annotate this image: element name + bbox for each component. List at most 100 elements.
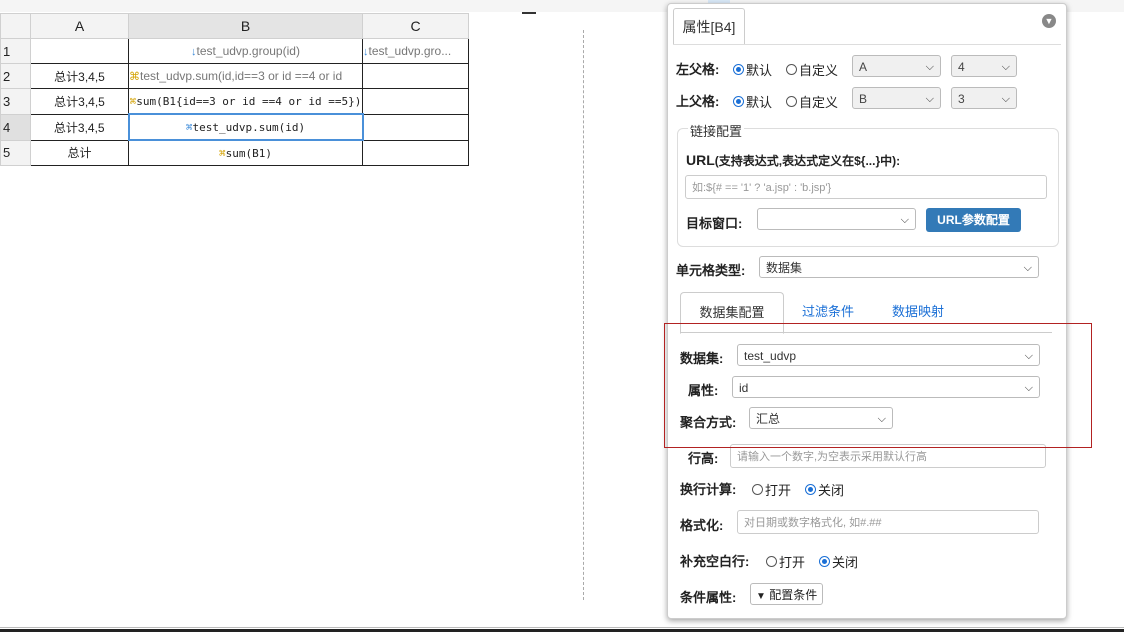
page-divider [583,30,584,600]
collapse-arrow-icon[interactable]: ▼ [1042,14,1056,28]
url-input[interactable]: 如:${# == '1' ? 'a.jsp' : 'b.jsp'} [685,175,1047,199]
wrap-calc-open-radio[interactable]: 打开 [752,480,791,499]
top-parent-label: 上父格: [676,94,720,109]
target-window-label: 目标窗口: [686,216,743,231]
row-header[interactable]: 4 [0,113,31,141]
row-header[interactable]: 1 [0,38,31,64]
cell-c5[interactable] [362,139,469,166]
select-value: 数据集 [766,261,803,275]
chevron-down-icon: ⌵ [1001,93,1010,105]
radio-unchecked-icon [766,556,777,567]
radio-checked-icon [805,484,816,495]
column-header-c[interactable]: C [362,13,469,39]
url-param-config-button[interactable]: URL参数配置 [926,208,1021,232]
cell-a4[interactable]: 总计3,4,5 [30,113,129,141]
cell-b3[interactable]: ⌘sum(B1{id==3 or id ==4 or id ==5}) [128,88,363,115]
select-value: 4 [958,60,965,74]
cell-a1[interactable] [30,38,129,64]
cell-b5[interactable]: ⌘sum(B1) [128,139,363,166]
cell-b4-text: test_udvp.sum(id) [192,120,306,134]
radio-unchecked-icon [786,64,797,75]
format-input[interactable]: 对日期或数字格式化, 如#.## [737,510,1039,534]
config-condition-label: 配置条件 [769,588,818,602]
property-tab[interactable]: 属性[B4] [673,8,745,45]
url-label-hint: (支持表达式,表达式定义在${...}中): [714,154,901,168]
table-row: 1 ↓test_udvp.group(id) ↓test_udvp.gro... [0,38,469,64]
cell-b4-selected[interactable]: ⌘test_udvp.sum(id) [127,113,364,141]
radio-label: 关闭 [832,555,859,570]
chevron-down-icon: ⌵ [1023,262,1032,274]
cell-c3[interactable] [362,88,469,115]
left-parent-row-select[interactable]: 4 ⌵ [951,55,1017,77]
row-header[interactable]: 2 [0,63,31,89]
radio-label: 自定义 [799,95,839,110]
cell-a3[interactable]: 总计3,4,5 [30,88,129,115]
left-parent-default-radio[interactable]: 默认 [733,60,772,79]
url-label: URL(支持表达式,表达式定义在${...}中): [686,152,900,169]
select-value: B [859,92,868,106]
fill-blank-close-radio[interactable]: 关闭 [819,552,858,571]
left-parent-column-select[interactable]: A ⌵ [852,55,941,77]
radio-label: 打开 [779,555,806,570]
target-window-select[interactable]: ⌵ [757,208,916,230]
radio-unchecked-icon [786,96,797,107]
radio-checked-icon [819,556,830,567]
radio-label: 打开 [765,483,792,498]
top-parent-custom-radio[interactable]: 自定义 [786,92,838,111]
grid-corner[interactable] [0,13,31,39]
cell-a5[interactable]: 总计 [30,139,129,166]
chevron-down-icon: ⌵ [900,214,909,226]
cell-c2[interactable] [362,63,469,89]
filter-icon: ▼ [756,591,766,602]
cell-c4[interactable] [362,113,469,141]
sum-cell-icon: ⌘ [185,120,193,134]
link-config-legend: 链接配置 [688,121,745,140]
row-height-label: 行高: [688,451,719,466]
column-header-row: A B C [0,13,469,39]
fill-blank-open-radio[interactable]: 打开 [766,552,805,571]
select-value: 3 [958,92,965,106]
chevron-down-icon: ⌵ [925,93,934,105]
chevron-down-icon: ⌵ [1001,61,1010,73]
row-header[interactable]: 5 [0,139,31,166]
column-header-b[interactable]: B [128,13,363,39]
cell-c1[interactable]: ↓test_udvp.gro... [362,38,469,64]
cell-b5-text: sum(B1) [225,146,272,160]
highlight-box [664,323,1092,448]
radio-checked-icon [733,96,744,107]
cell-b1[interactable]: ↓test_udvp.group(id) [128,38,363,64]
cell-b2-text: test_udvp.sum(id,id==3 or id ==4 or id [140,69,343,83]
column-header-a[interactable]: A [30,13,129,39]
config-condition-button[interactable]: ▼ 配置条件 [750,583,824,605]
radio-label: 默认 [746,63,773,78]
condition-label: 条件属性: [680,590,737,605]
wrap-calc-close-radio[interactable]: 关闭 [805,480,844,499]
radio-label: 自定义 [799,63,839,78]
format-label: 格式化: [680,518,724,533]
cell-a2[interactable]: 总计3,4,5 [30,63,129,89]
fill-blank-label: 补充空白行: [680,554,750,569]
top-parent-row-select[interactable]: 3 ⌵ [951,87,1017,109]
top-parent-default-radio[interactable]: 默认 [733,92,772,111]
cell-b1-text: test_udvp.group(id) [196,44,300,58]
radio-label: 关闭 [818,483,845,498]
left-parent-custom-radio[interactable]: 自定义 [786,60,838,79]
top-parent-column-select[interactable]: B ⌵ [852,87,941,109]
sum-cell-icon: ⌘ [129,71,141,83]
table-row: 2 总计3,4,5 ⌘test_udvp.sum(id,id==3 or id … [0,63,469,89]
url-label-main: URL [686,152,715,168]
row-header[interactable]: 3 [0,88,31,115]
cell-b2[interactable]: ⌘test_udvp.sum(id,id==3 or id ==4 or id [128,63,363,89]
radio-unchecked-icon [752,484,763,495]
cell-c1-text: test_udvp.gro... [368,44,452,58]
cell-type-select[interactable]: 数据集 ⌵ [759,256,1039,278]
chevron-down-icon: ⌵ [925,61,934,73]
table-row: 5 总计 ⌘sum(B1) [0,139,469,166]
radio-checked-icon [733,64,744,75]
toolbar-fragment [522,4,536,14]
tab-underline [673,44,1061,45]
table-row: 3 总计3,4,5 ⌘sum(B1{id==3 or id ==4 or id … [0,88,469,115]
select-value: A [859,60,868,74]
cell-type-label: 单元格类型: [676,263,746,278]
wrap-calc-label: 换行计算: [680,482,737,497]
